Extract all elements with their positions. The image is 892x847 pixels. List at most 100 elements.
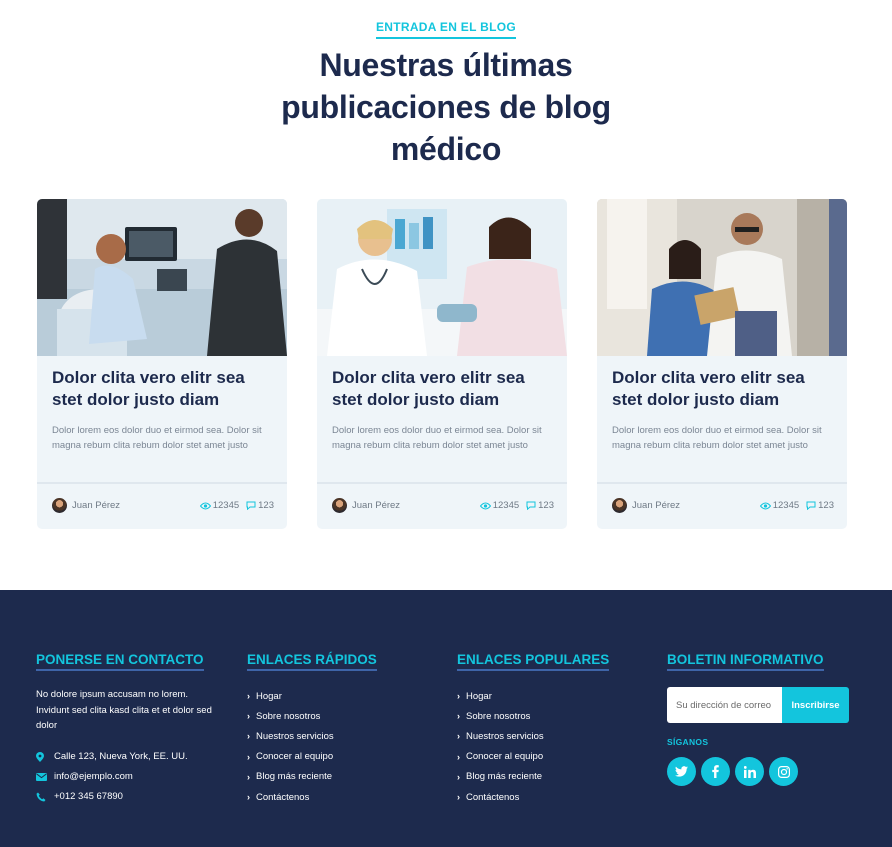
avatar (332, 498, 347, 513)
blog-section: ENTRADA EN EL BLOG Nuestras últimas publ… (0, 0, 892, 590)
quick-link-contacto[interactable]: › Contáctenos (247, 787, 377, 807)
quick-link-servicios[interactable]: › Nuestros servicios (247, 726, 377, 746)
comments-count: 123 (246, 500, 274, 511)
comments-count: 123 (526, 500, 554, 511)
twitter-icon (675, 766, 688, 777)
popular-link-sobre-nosotros[interactable]: › Sobre nosotros (457, 706, 609, 726)
chevron-right-icon: › (457, 711, 460, 722)
popular-link-contacto[interactable]: › Contáctenos (457, 787, 609, 807)
blog-card-title[interactable]: Dolor clita vero elitr sea stet dolor ju… (612, 367, 834, 411)
chevron-right-icon: › (457, 691, 460, 702)
chevron-right-icon: › (247, 751, 250, 762)
footer-contact: PONERSE EN CONTACTO No dolore ipsum accu… (36, 651, 216, 807)
author[interactable]: Juan Pérez (52, 498, 120, 513)
chevron-right-icon: › (457, 771, 460, 782)
footer-popular-links: ENLACES POPULARES › Hogar › Sobre nosotros… (457, 651, 610, 807)
quick-links-list: › Hogar › Sobre nosotros › Nuestros servici… (247, 686, 377, 807)
eye-icon (199, 502, 211, 509)
contact-phone[interactable]: +012 345 67890 (36, 787, 216, 807)
chevron-right-icon: › (457, 792, 460, 803)
divider (37, 482, 287, 484)
instagram-icon (777, 765, 790, 778)
popular-link-equipo[interactable]: › Conocer al equipo (457, 747, 609, 767)
contact-address: Calle 123, Nueva York, EE. UU. (36, 747, 216, 767)
post-stats: 12345 123 (753, 500, 834, 511)
comment-icon (246, 501, 256, 510)
author-name: Juan Pérez (352, 500, 401, 511)
section-title: Nuestras últimas publicaciones de blog m… (281, 47, 611, 167)
quick-links-heading: ENLACES RÁPIDOS (247, 652, 377, 671)
blog-card-image[interactable] (317, 199, 567, 356)
comment-icon (806, 501, 816, 510)
popular-links-heading: ENLACES POPULARES (457, 652, 610, 671)
contact-text: No dolore ipsum accusam no lorem. Invidu… (36, 689, 212, 731)
views-count: 12345 (479, 500, 519, 511)
views-count: 12345 (199, 500, 239, 511)
phone-icon (36, 792, 46, 801)
divider (597, 482, 847, 484)
social-links (667, 757, 849, 786)
blog-card[interactable]: Dolor clita vero elitr sea stet dolor ju… (317, 199, 567, 529)
newsletter-form: Inscribirse (667, 687, 849, 723)
chevron-right-icon: › (247, 731, 250, 742)
chevron-right-icon: › (247, 691, 250, 702)
author-name: Juan Pérez (72, 500, 121, 511)
follow-label: SÍGANOS (667, 737, 709, 747)
blog-card-excerpt: Dolor lorem eos dolor duo et eirmod sea.… (612, 425, 822, 451)
author-name: Juan Pérez (632, 500, 681, 511)
blog-card-footer: Juan Pérez 12345 123 (612, 497, 834, 515)
comment-icon (526, 501, 536, 510)
section-eyebrow: ENTRADA EN EL BLOG (0, 20, 892, 39)
author[interactable]: Juan Pérez (332, 498, 400, 513)
chevron-right-icon: › (457, 731, 460, 742)
author[interactable]: Juan Pérez (612, 498, 680, 513)
quick-link-hogar[interactable]: › Hogar (247, 686, 377, 706)
blog-card-title[interactable]: Dolor clita vero elitr sea stet dolor ju… (52, 367, 274, 411)
map-marker-icon (36, 751, 44, 762)
blog-card-excerpt: Dolor lorem eos dolor duo et eirmod sea.… (332, 425, 542, 451)
popular-link-blog[interactable]: › Blog más reciente (457, 767, 609, 787)
blog-card-image[interactable] (37, 199, 287, 356)
footer-quick-links: ENLACES RÁPIDOS › Hogar › Sobre nosotros ›… (247, 651, 377, 807)
facebook-button[interactable] (701, 757, 730, 786)
footer: PONERSE EN CONTACTO No dolore ipsum accu… (0, 590, 892, 847)
contact-email[interactable]: info@ejemplo.com (36, 767, 216, 787)
footer-newsletter: BOLETIN INFORMATIVO Inscribirse SÍGANOS (667, 651, 849, 786)
post-stats: 12345 123 (193, 500, 274, 511)
popular-link-hogar[interactable]: › Hogar (457, 686, 609, 706)
popular-links-list: › Hogar › Sobre nosotros › Nuestros servici… (457, 686, 609, 807)
linkedin-icon (743, 765, 756, 778)
newsletter-email-input[interactable] (667, 687, 782, 723)
divider (317, 482, 567, 484)
quick-link-blog[interactable]: › Blog más reciente (247, 767, 377, 787)
eye-icon (479, 502, 491, 509)
instagram-button[interactable] (769, 757, 798, 786)
twitter-button[interactable] (667, 757, 696, 786)
envelope-icon (36, 772, 47, 781)
views-count: 12345 (759, 500, 799, 511)
blog-card[interactable]: Dolor clita vero elitr sea stet dolor ju… (597, 199, 847, 529)
post-stats: 12345 123 (473, 500, 554, 511)
blog-card-title[interactable]: Dolor clita vero elitr sea stet dolor ju… (332, 367, 554, 411)
blog-card-image[interactable] (597, 199, 847, 356)
contact-heading: PONERSE EN CONTACTO (36, 652, 204, 671)
blog-card-footer: Juan Pérez 12345 123 (332, 497, 554, 515)
facebook-icon (712, 765, 719, 778)
blog-cards: Dolor clita vero elitr sea stet dolor ju… (37, 199, 848, 530)
avatar (612, 498, 627, 513)
eye-icon (759, 502, 771, 509)
avatar (52, 498, 67, 513)
comments-count: 123 (806, 500, 834, 511)
newsletter-heading: BOLETIN INFORMATIVO (667, 652, 824, 671)
chevron-right-icon: › (247, 792, 250, 803)
popular-link-servicios[interactable]: › Nuestros servicios (457, 726, 609, 746)
quick-link-equipo[interactable]: › Conocer al equipo (247, 747, 377, 767)
blog-card-excerpt: Dolor lorem eos dolor duo et eirmod sea.… (52, 425, 262, 451)
chevron-right-icon: › (247, 771, 250, 782)
subscribe-button[interactable]: Inscribirse (782, 687, 849, 723)
blog-card[interactable]: Dolor clita vero elitr sea stet dolor ju… (37, 199, 287, 529)
quick-link-sobre-nosotros[interactable]: › Sobre nosotros (247, 706, 377, 726)
chevron-right-icon: › (247, 711, 250, 722)
linkedin-button[interactable] (735, 757, 764, 786)
chevron-right-icon: › (457, 751, 460, 762)
